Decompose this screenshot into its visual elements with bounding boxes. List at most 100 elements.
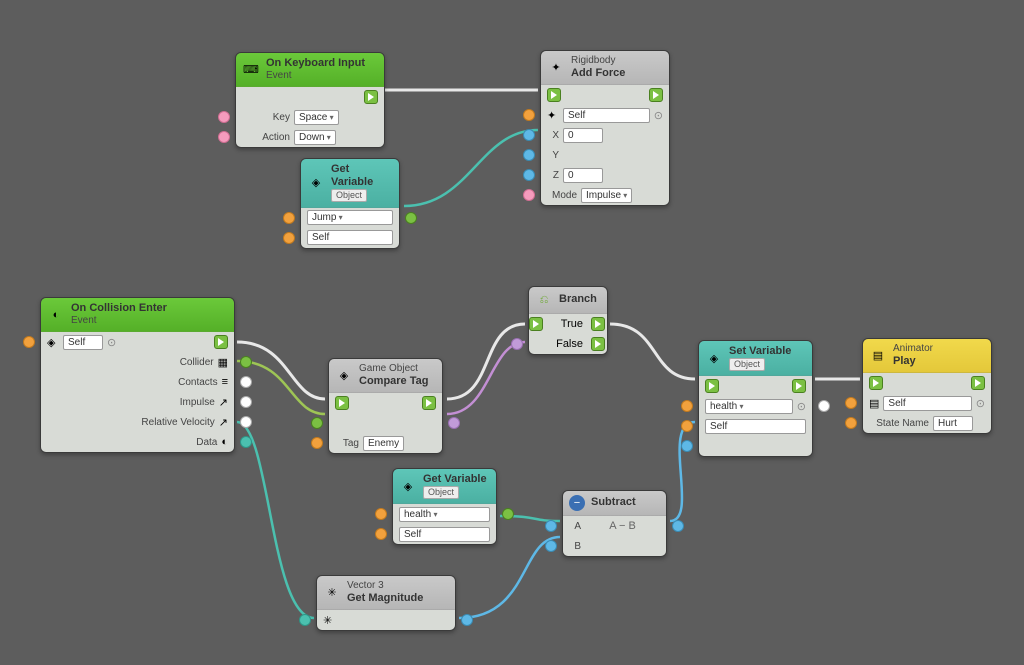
impulse-port[interactable] <box>240 396 252 408</box>
key-field[interactable]: Space <box>294 110 339 125</box>
node-get-variable-health[interactable]: ◈ Get Variable Object health Self <box>392 468 497 545</box>
result-port[interactable] <box>672 520 684 532</box>
node-set-variable[interactable]: ◈ Set Variable Object health ⊙ Self <box>698 340 813 457</box>
collider-label: Collider <box>180 357 214 368</box>
node-get-variable-jump[interactable]: ◈ Get Variable Object Jump Self <box>300 158 400 249</box>
var-name-field[interactable]: Jump <box>307 210 393 225</box>
self-port[interactable] <box>23 336 35 348</box>
flow-out-port[interactable] <box>422 396 436 410</box>
action-label: Action <box>242 132 290 143</box>
false-flow-port[interactable] <box>591 337 605 351</box>
node-get-magnitude[interactable]: ✳ Vector 3 Get Magnitude ✳ <box>316 575 456 631</box>
x-port[interactable] <box>523 129 535 141</box>
value-out-port[interactable] <box>502 508 514 520</box>
target-port[interactable] <box>283 232 295 244</box>
node-on-keyboard-input[interactable]: ⌨ On Keyboard Input Event Key Space Acti… <box>235 52 385 148</box>
flow-in-port[interactable] <box>529 317 543 331</box>
target-port[interactable] <box>375 528 387 540</box>
node-title: Set Variable <box>729 345 791 358</box>
collision-icon: ◐ <box>47 306 65 324</box>
vector-in-port[interactable] <box>299 614 311 626</box>
node-title: Play <box>893 355 933 368</box>
key-input-port[interactable] <box>218 111 230 123</box>
node-scope[interactable]: Object <box>423 486 459 499</box>
vector3-icon: ✳ <box>323 584 341 602</box>
node-scope[interactable]: Object <box>729 358 765 371</box>
z-port[interactable] <box>523 169 535 181</box>
node-animator-play[interactable]: ▤ Animator Play ▤ Self ⊙ State Name Hurt <box>862 338 992 434</box>
value-out-port[interactable] <box>818 400 830 412</box>
collider-port[interactable] <box>240 356 252 368</box>
value-out-port[interactable] <box>405 212 417 224</box>
value-in-port[interactable] <box>681 440 693 452</box>
bool-out-port[interactable] <box>448 417 460 429</box>
node-on-collision-enter[interactable]: ◐ On Collision Enter Event ◈ Self ⊙ Coll… <box>40 297 235 453</box>
node-subtract[interactable]: − Subtract A A − B B <box>562 490 667 557</box>
flow-in-port[interactable] <box>335 396 349 410</box>
node-header: ◐ On Collision Enter Event <box>41 298 234 332</box>
subtract-icon: − <box>569 495 585 511</box>
flow-out-port[interactable] <box>364 90 378 104</box>
target-field[interactable]: Self <box>705 419 806 434</box>
animator-icon: ▤ <box>869 347 887 365</box>
magnitude-out-port[interactable] <box>461 614 473 626</box>
target-field[interactable]: Self <box>563 108 650 123</box>
data-port[interactable] <box>240 436 252 448</box>
mode-port[interactable] <box>523 189 535 201</box>
action-field[interactable]: Down <box>294 130 336 145</box>
node-header: − Subtract <box>563 491 666 516</box>
object-port[interactable] <box>311 417 323 429</box>
node-header: ⎌ Branch <box>529 287 607 314</box>
flow-out-port[interactable] <box>649 88 663 102</box>
name-port[interactable] <box>681 400 693 412</box>
target-port[interactable] <box>523 109 535 121</box>
flow-in-port[interactable] <box>869 376 883 390</box>
node-header: ✦ Rigidbody Add Force <box>541 51 669 85</box>
x-field[interactable]: 0 <box>563 128 603 143</box>
tag-port[interactable] <box>311 437 323 449</box>
node-subtitle: Event <box>266 70 365 82</box>
node-compare-tag[interactable]: ◈ Game Object Compare Tag Tag Enemy <box>328 358 443 454</box>
true-flow-port[interactable] <box>591 317 605 331</box>
node-branch[interactable]: ⎌ Branch True False <box>528 286 608 355</box>
node-scope[interactable]: Object <box>331 189 367 202</box>
flow-out-port[interactable] <box>792 379 806 393</box>
flow-in-port[interactable] <box>705 379 719 393</box>
y-port[interactable] <box>523 149 535 161</box>
self-field[interactable]: Self <box>63 335 103 350</box>
z-field[interactable]: 0 <box>563 168 603 183</box>
z-label: Z <box>547 170 559 181</box>
node-title: On Keyboard Input <box>266 57 365 70</box>
node-header: ⌨ On Keyboard Input Event <box>236 53 384 87</box>
var-name-field[interactable]: health <box>399 507 490 522</box>
target-field[interactable]: Self <box>399 527 490 542</box>
node-title: Compare Tag <box>359 375 428 388</box>
target-field[interactable]: Self <box>307 230 393 245</box>
target-port[interactable] <box>681 420 693 432</box>
node-header: ▤ Animator Play <box>863 339 991 373</box>
name-port[interactable] <box>283 212 295 224</box>
state-field[interactable]: Hurt <box>933 416 973 431</box>
gameobject-icon: ◈ <box>335 367 353 385</box>
var-name-field[interactable]: health <box>705 399 793 414</box>
b-port[interactable] <box>545 540 557 552</box>
flow-out-port[interactable] <box>214 335 228 349</box>
mode-label: Mode <box>547 190 577 201</box>
target-field[interactable]: Self <box>883 396 971 411</box>
contacts-port[interactable] <box>240 376 252 388</box>
action-input-port[interactable] <box>218 131 230 143</box>
state-port[interactable] <box>845 417 857 429</box>
name-port[interactable] <box>375 508 387 520</box>
flow-out-port[interactable] <box>971 376 985 390</box>
variable-icon: ◈ <box>399 477 417 495</box>
node-rigidbody-add-force[interactable]: ✦ Rigidbody Add Force ✦ Self ⊙ X 0 Y Z <box>540 50 670 206</box>
a-port[interactable] <box>545 520 557 532</box>
flow-in-port[interactable] <box>547 88 561 102</box>
cond-port[interactable] <box>511 338 523 350</box>
target-port[interactable] <box>845 397 857 409</box>
tag-field[interactable]: Enemy <box>363 436 404 451</box>
mode-field[interactable]: Impulse <box>581 188 632 203</box>
tag-label: Tag <box>335 438 359 449</box>
node-title: Get Variable <box>423 473 487 486</box>
relvel-port[interactable] <box>240 416 252 428</box>
